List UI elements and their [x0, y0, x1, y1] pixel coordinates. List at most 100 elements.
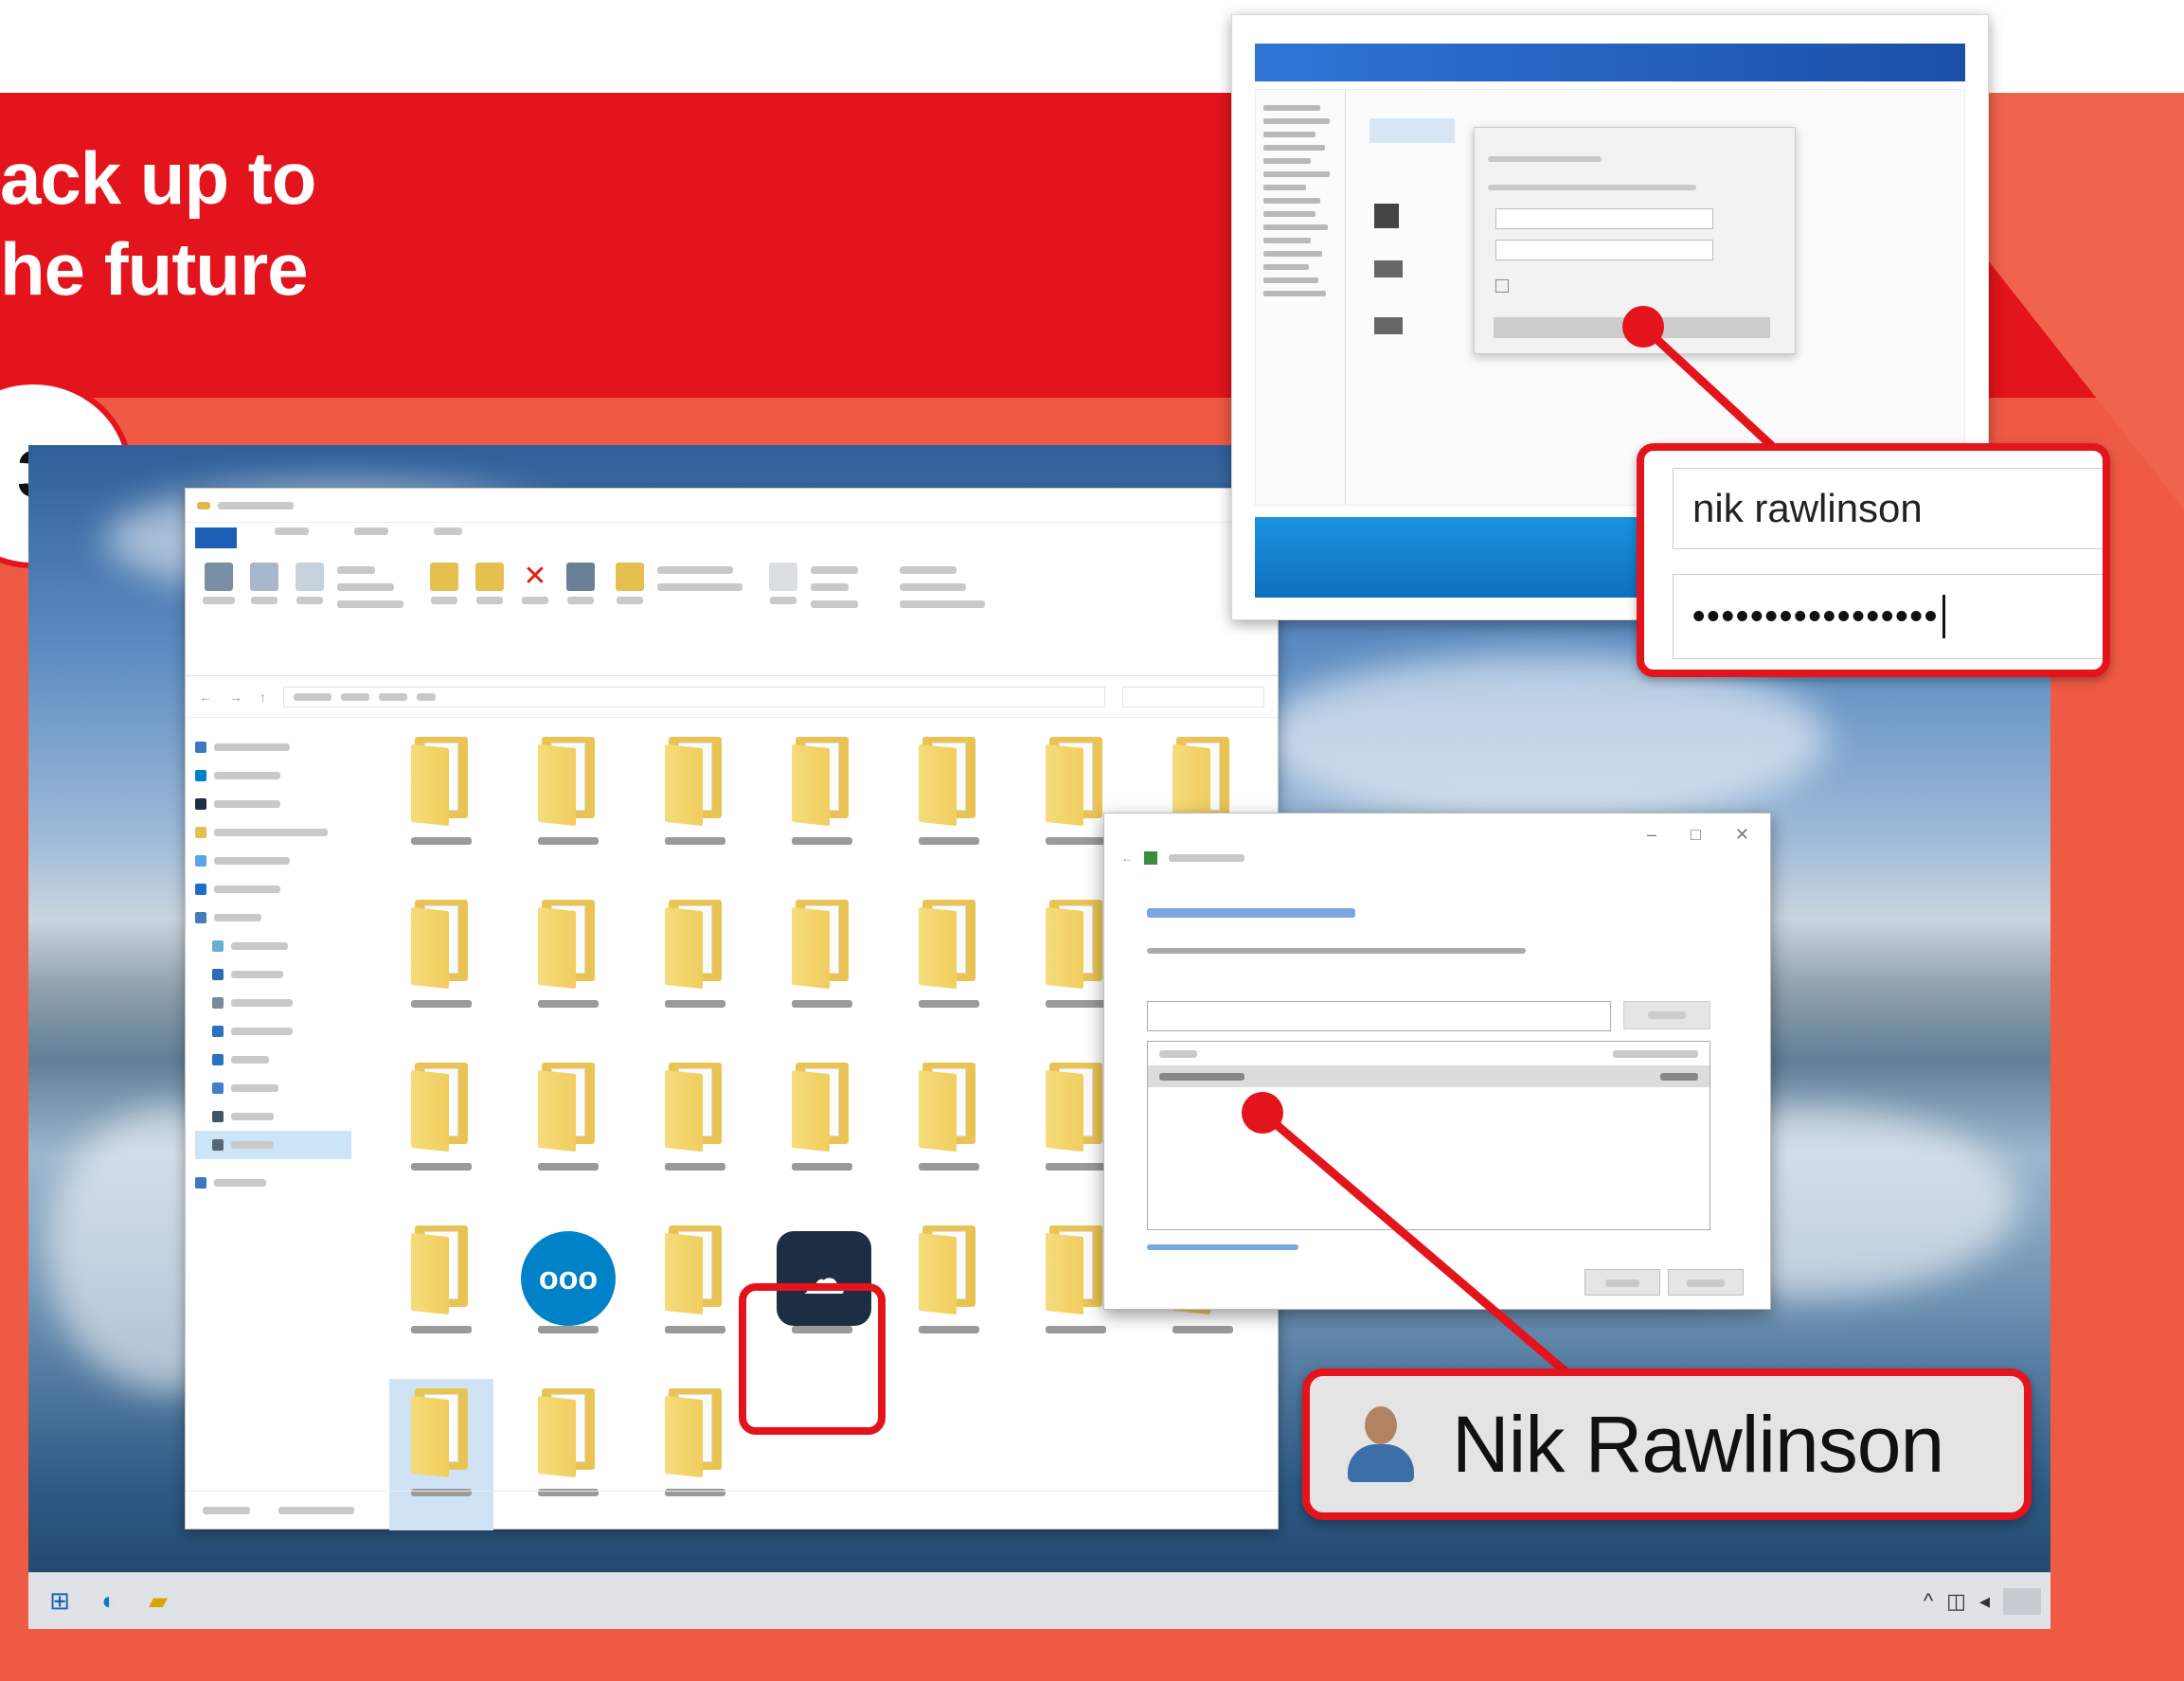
nav-creative-cloud[interactable] [195, 818, 351, 847]
folder-music[interactable] [389, 1216, 493, 1368]
volume-icon[interactable]: ◂ [1979, 1589, 1990, 1614]
minimize-icon[interactable]: – [1647, 825, 1656, 845]
nav-music[interactable] [195, 1046, 351, 1074]
password-field[interactable]: ••••••••••••••••• [1673, 574, 2103, 659]
folder-apple[interactable] [643, 890, 747, 1042]
nav-onedrive[interactable] [195, 875, 351, 903]
chevron-up-icon[interactable]: ^ [1924, 1589, 1933, 1614]
troubleshoot-link[interactable] [1147, 1244, 1298, 1250]
folder-label [665, 1326, 725, 1333]
cancel-button[interactable] [1668, 1269, 1744, 1296]
new-folder-button[interactable] [612, 563, 648, 629]
nav-videos[interactable] [195, 1102, 351, 1131]
share-button[interactable] [1584, 1269, 1660, 1296]
nav-pictures[interactable] [195, 1074, 351, 1102]
folder-nextcloud[interactable]: ooo [516, 1216, 620, 1368]
folder-label [665, 837, 725, 845]
remember-credentials-checkbox[interactable] [1495, 279, 1509, 293]
folder-folder-5[interactable] [897, 727, 1001, 879]
folder-label [411, 837, 472, 845]
copy-button[interactable] [246, 563, 282, 629]
tab-file[interactable] [195, 528, 237, 548]
properties-button[interactable] [765, 563, 801, 629]
back-icon[interactable]: ← [199, 689, 212, 705]
folder-3d-objects[interactable] [389, 890, 493, 1042]
nav-icloud-drive[interactable] [195, 847, 351, 875]
move-to-button[interactable] [426, 563, 462, 629]
cloud [1260, 653, 1828, 824]
folder-folder-4[interactable] [770, 727, 874, 879]
folder-downloads[interactable] [516, 1053, 620, 1205]
folder-folder-1[interactable] [389, 727, 493, 879]
folder-favorites[interactable] [770, 1053, 874, 1205]
close-icon[interactable]: ✕ [1735, 825, 1749, 845]
pin-to-quick-access-button[interactable] [201, 563, 237, 629]
folder-icon [665, 1063, 725, 1153]
folder-folder-2[interactable] [516, 727, 620, 879]
folder-creative-cloud-files[interactable] [897, 890, 1001, 1042]
dialog-buttons [1584, 1269, 1744, 1296]
new-group [612, 563, 752, 666]
delete-icon: ✕ [521, 563, 549, 591]
nav-nextcloud[interactable] [195, 761, 351, 790]
copy-to-button[interactable] [472, 563, 508, 629]
forward-icon[interactable]: → [229, 689, 242, 705]
credentials-callout: nik rawlinson ••••••••••••••••• [1637, 443, 2110, 677]
folder-icon [1173, 737, 1233, 827]
maximize-icon[interactable]: □ [1691, 825, 1701, 845]
folder-icon [411, 900, 472, 990]
folder-folder-3[interactable] [643, 727, 747, 879]
folder-icloud-drive[interactable] [897, 1053, 1001, 1205]
clipboard-group [201, 563, 413, 666]
search-input[interactable] [1122, 686, 1264, 707]
folder-icon [411, 1388, 472, 1478]
selected-drive[interactable] [1369, 118, 1455, 143]
nav-documents[interactable] [195, 989, 351, 1017]
back-arrow-icon[interactable]: ← [1121, 851, 1133, 865]
credentials-password-field[interactable] [1495, 240, 1713, 260]
add-button[interactable] [1623, 1001, 1710, 1029]
drive-icon [1374, 317, 1403, 334]
clock[interactable] [2003, 1588, 2041, 1615]
nav-owncloud[interactable] [195, 790, 351, 818]
folder-downloads-alt[interactable] [389, 1053, 493, 1205]
file-explorer-icon[interactable]: ▰ [144, 1586, 172, 1615]
folder-icon [1046, 1063, 1106, 1153]
nav-local-disk[interactable] [195, 1131, 351, 1159]
dialog-instructions [1147, 948, 1526, 954]
folder-label [792, 1000, 852, 1008]
username-field[interactable]: nik rawlinson [1673, 468, 2103, 549]
folder-appdata[interactable] [516, 890, 620, 1042]
selected-folder-highlight [739, 1283, 886, 1435]
folder-contacts[interactable] [770, 890, 874, 1042]
ok-button[interactable] [1494, 317, 1626, 338]
tab-view[interactable] [434, 528, 475, 548]
network-icon[interactable]: ◫ [1946, 1589, 1966, 1614]
share-list [1147, 1041, 1710, 1230]
folder-roblox-tools[interactable] [897, 1216, 1001, 1368]
folder-onedrive[interactable] [643, 1216, 747, 1368]
delete-button[interactable]: ✕ [517, 563, 553, 629]
address-bar[interactable] [283, 686, 1105, 707]
rename-button[interactable] [563, 563, 599, 629]
nav-downloads[interactable] [195, 1017, 351, 1046]
tab-share[interactable] [354, 528, 396, 548]
paste-button[interactable] [292, 563, 328, 629]
folder-icon [1046, 737, 1106, 827]
start-icon[interactable]: ⊞ [45, 1586, 74, 1615]
credentials-username-field[interactable] [1495, 208, 1713, 229]
share-list-row[interactable] [1148, 1066, 1710, 1087]
nav-quick-access[interactable] [195, 733, 351, 761]
folder-dropbox[interactable] [643, 1053, 747, 1205]
edge-icon[interactable]: ◐ [95, 1586, 123, 1615]
folder-icon [792, 1063, 852, 1153]
folder-icon [792, 900, 852, 990]
folder-label [919, 1163, 979, 1171]
nav-this-pc[interactable] [195, 903, 351, 932]
nav-3d-objects[interactable] [195, 932, 351, 960]
share-name-input[interactable] [1147, 1001, 1611, 1031]
nav-desktop[interactable] [195, 960, 351, 989]
tab-home[interactable] [275, 528, 316, 548]
nav-network[interactable] [195, 1169, 351, 1197]
up-icon[interactable]: ↑ [260, 689, 266, 705]
